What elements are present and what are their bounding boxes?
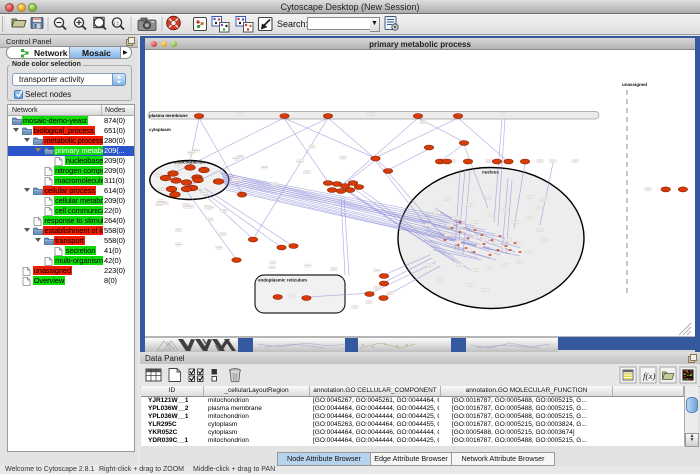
svg-text:endoplasmic reticulum: endoplasmic reticulum bbox=[258, 278, 307, 283]
svg-text:1:1: 1:1 bbox=[113, 20, 119, 25]
svg-text:f(x): f(x) bbox=[643, 371, 656, 381]
svg-text:nucleus: nucleus bbox=[482, 170, 499, 175]
svg-text:plasma membrane: plasma membrane bbox=[149, 113, 188, 118]
svg-text:cytoplasm: cytoplasm bbox=[149, 127, 171, 132]
svg-text:unassigned: unassigned bbox=[622, 82, 647, 87]
